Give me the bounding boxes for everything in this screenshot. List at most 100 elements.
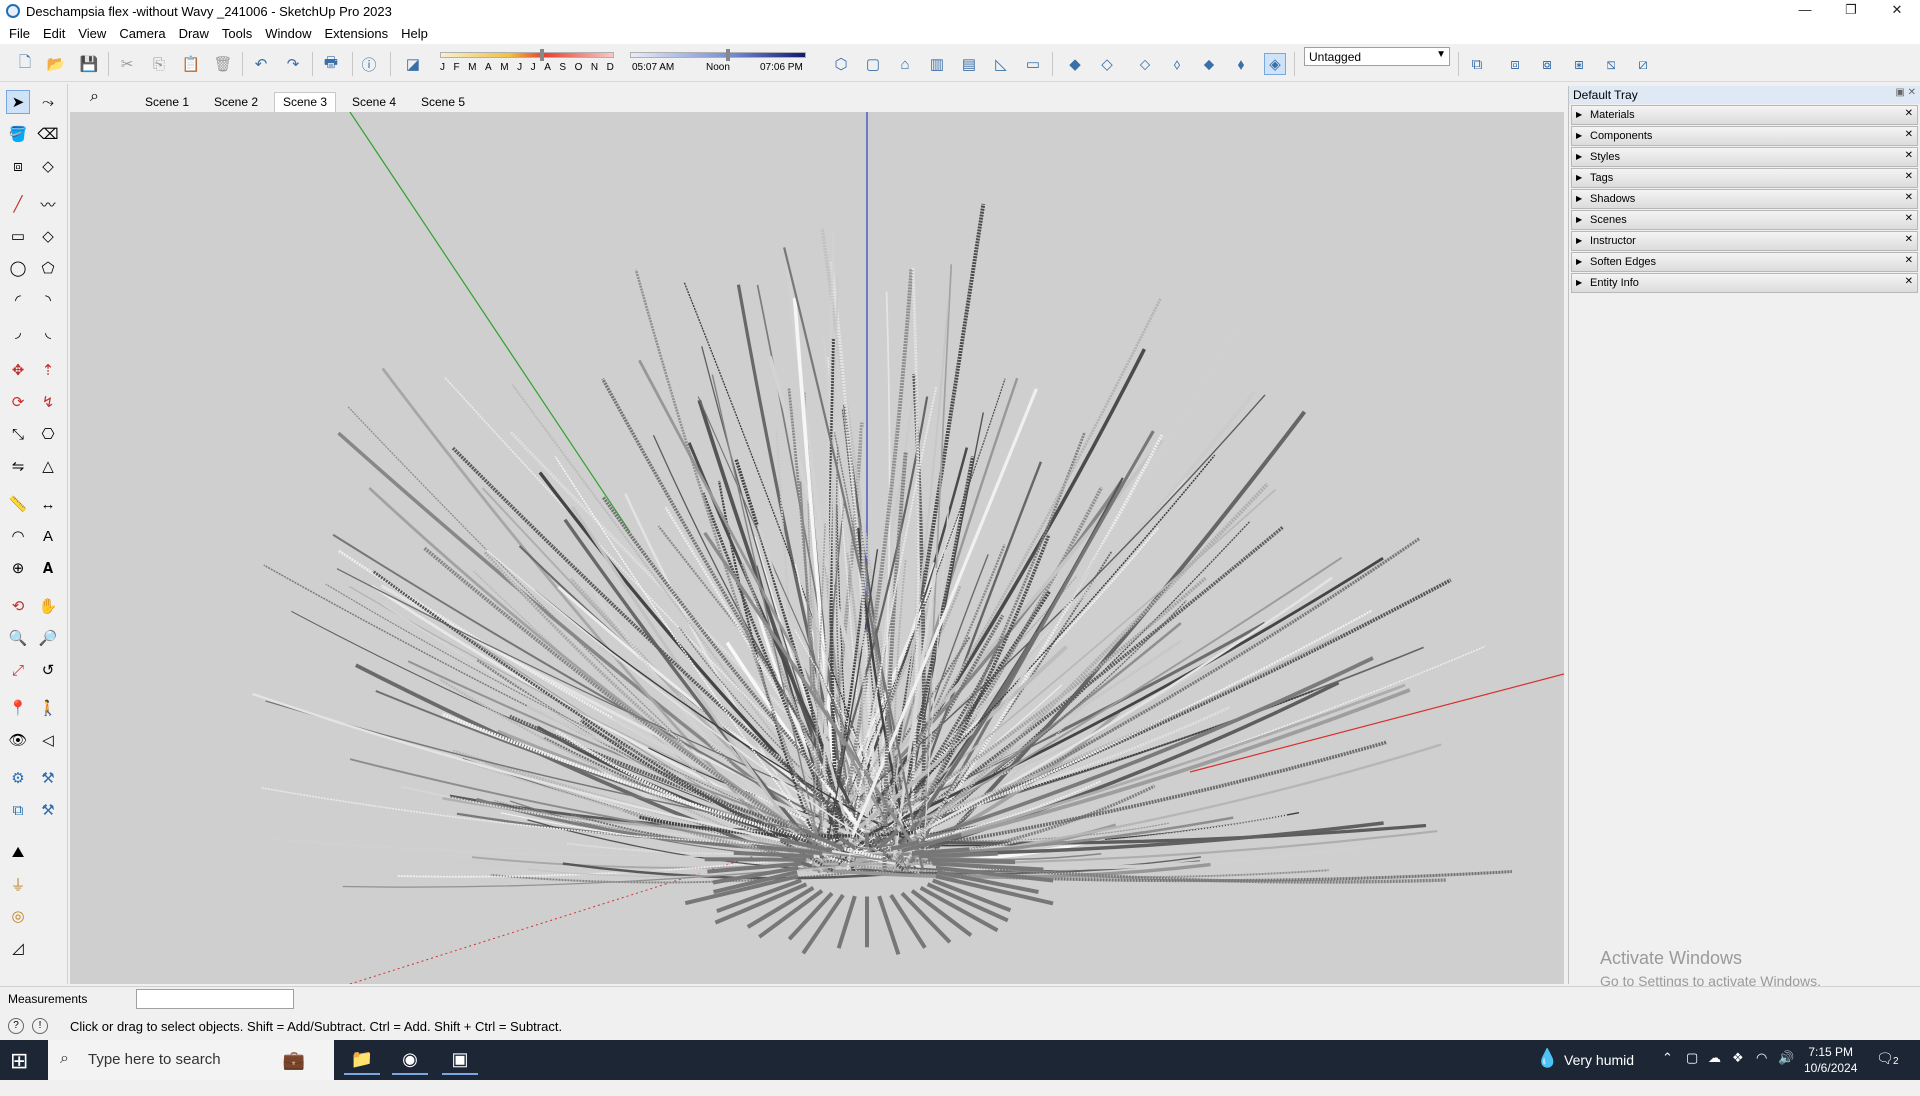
close-icon[interactable]: ✕ xyxy=(1905,150,1913,161)
panel-tags[interactable]: Tags✕ xyxy=(1571,168,1918,188)
info-icon[interactable]: ! xyxy=(32,1018,48,1034)
grass-model[interactable] xyxy=(252,203,1512,956)
tab-scene-2[interactable]: Scene 2 xyxy=(205,92,267,112)
two-point-arc-icon[interactable]: ◝ xyxy=(36,288,60,312)
mirror-icon[interactable]: △ xyxy=(36,454,60,478)
file-explorer-icon[interactable]: 📁 xyxy=(344,1045,380,1075)
select-tool-icon[interactable]: ➤ xyxy=(6,90,30,114)
orbit-tool-icon[interactable]: ⟲ xyxy=(6,594,30,618)
save-icon[interactable]: 💾 xyxy=(78,53,100,75)
cut-icon[interactable]: ✂ xyxy=(116,53,138,75)
print-icon[interactable]: 🖶 xyxy=(320,53,342,75)
menu-window[interactable]: Window xyxy=(262,26,321,41)
month-slider-knob[interactable] xyxy=(540,49,544,61)
panel-soften-edges[interactable]: Soften Edges✕ xyxy=(1571,252,1918,272)
zoom-window-icon[interactable]: 🔎 xyxy=(36,626,60,650)
previous-view-icon[interactable]: ↺ xyxy=(36,658,60,682)
union-icon[interactable]: ⧆ xyxy=(1568,53,1590,75)
menu-tools[interactable]: Tools xyxy=(219,26,262,41)
panel-entity-info[interactable]: Entity Info✕ xyxy=(1571,273,1918,293)
menu-edit[interactable]: Edit xyxy=(40,26,75,41)
flip-tool-icon[interactable]: ⇋ xyxy=(6,454,30,478)
dimension-tool-icon[interactable]: ↔ xyxy=(36,492,60,516)
tab-scene-1[interactable]: Scene 1 xyxy=(136,92,198,112)
position-camera-icon[interactable]: 📍 xyxy=(6,696,30,720)
shadow-month-slider[interactable]: JFM AMJ JAS OND xyxy=(440,49,614,78)
walk-tool-icon[interactable]: 🚶 xyxy=(36,696,60,720)
viewport-canvas[interactable] xyxy=(70,112,1564,984)
back-view-icon[interactable]: ▤ xyxy=(958,53,980,75)
eraser-icon[interactable]: ⌫ xyxy=(36,122,60,146)
close-icon[interactable]: ✕ xyxy=(1905,213,1913,224)
sketchup-taskbar-icon[interactable]: ◉ xyxy=(392,1045,428,1075)
zoom-tool-icon[interactable]: 🔍 xyxy=(6,626,30,650)
top-view-icon[interactable]: ▢ xyxy=(862,53,884,75)
panel-components[interactable]: Components✕ xyxy=(1571,126,1918,146)
copy-icon[interactable]: ⎘ xyxy=(148,53,170,75)
panel-scenes[interactable]: Scenes✕ xyxy=(1571,210,1918,230)
menu-camera[interactable]: Camera xyxy=(116,26,175,41)
circle-tool-icon[interactable]: ◯ xyxy=(6,256,30,280)
undo-icon[interactable]: ↶ xyxy=(250,53,272,75)
xray-style-icon[interactable]: ◆ xyxy=(1064,53,1086,75)
section-plane-tool-icon[interactable]: ◁ xyxy=(36,728,60,752)
meet-now-icon[interactable]: ▢ xyxy=(1686,1050,1698,1090)
pie-tool-icon[interactable]: ◟ xyxy=(36,320,60,344)
iso-view-icon[interactable]: ⬡ xyxy=(830,53,852,75)
tag-tool-icon[interactable]: ◇ xyxy=(36,154,60,178)
rotate-tool-icon[interactable]: ⟳ xyxy=(6,390,30,414)
wifi-icon[interactable]: ◠ xyxy=(1756,1050,1767,1090)
axes-tool-icon[interactable]: ⊕ xyxy=(6,556,30,580)
right-view-icon[interactable]: ▥ xyxy=(926,53,948,75)
paste-icon[interactable]: 📋 xyxy=(180,53,202,75)
redo-icon[interactable]: ↷ xyxy=(282,53,304,75)
smoove-icon[interactable]: ◎ xyxy=(6,904,30,928)
tag-select[interactable]: Untagged ▼ xyxy=(1304,47,1450,66)
restore-button[interactable]: ❐ xyxy=(1828,0,1874,22)
arc-tool-icon[interactable]: ◜ xyxy=(6,288,30,312)
close-icon[interactable]: ✕ xyxy=(1905,234,1913,245)
panel-styles[interactable]: Styles✕ xyxy=(1571,147,1918,167)
panel-instructor[interactable]: Instructor✕ xyxy=(1571,231,1918,251)
outer-shell-icon[interactable]: ⧈ xyxy=(1504,53,1526,75)
taskbar-clock[interactable]: 7:15 PM 10/6/2024 xyxy=(1804,1044,1857,1076)
offset-tool-icon[interactable]: ⎔ xyxy=(36,422,60,446)
follow-me-icon[interactable]: ↯ xyxy=(36,390,60,414)
close-button[interactable]: ✕ xyxy=(1874,0,1920,22)
layout-icon[interactable]: ⧉ xyxy=(6,798,30,822)
search-icon[interactable]: ⌕ xyxy=(90,88,99,106)
menu-extensions[interactable]: Extensions xyxy=(322,26,399,41)
lasso-select-icon[interactable]: ⤳ xyxy=(36,90,60,114)
erase-icon[interactable]: 🗑 xyxy=(212,53,234,75)
tab-scene-5[interactable]: Scene 5 xyxy=(412,92,474,112)
shadow-time-slider[interactable]: 05:07 AM Noon 07:06 PM xyxy=(630,49,806,78)
shadows-toggle-icon[interactable]: ◪ xyxy=(402,53,424,75)
tab-scene-4[interactable]: Scene 4 xyxy=(343,92,405,112)
three-point-arc-icon[interactable]: ◞ xyxy=(6,320,30,344)
weather-text[interactable]: Very humid xyxy=(1564,1052,1634,1092)
close-icon[interactable]: ✕ xyxy=(1905,255,1913,266)
layout-taskbar-icon[interactable]: ▣ xyxy=(442,1045,478,1075)
protractor-icon[interactable]: ◠ xyxy=(6,524,30,548)
menu-draw[interactable]: Draw xyxy=(176,26,219,41)
front-view-icon[interactable]: ⌂ xyxy=(894,53,916,75)
stamp-icon[interactable]: ◿ xyxy=(6,936,30,960)
windows-start-icon[interactable]: ⊞ xyxy=(10,1048,28,1074)
close-icon[interactable]: ✕ xyxy=(1905,171,1913,182)
rotated-rectangle-icon[interactable]: ◇ xyxy=(36,224,60,248)
trim-icon[interactable]: ⧄ xyxy=(1632,53,1654,75)
notifications-icon[interactable]: 🗨 xyxy=(1876,1050,1894,1090)
grass-base-blade[interactable] xyxy=(920,851,998,859)
close-icon[interactable]: ✕ xyxy=(1905,192,1913,203)
open-folder-icon[interactable]: 📂 xyxy=(45,53,67,75)
extension-manager-icon[interactable]: ⚒ xyxy=(36,798,60,822)
close-icon[interactable]: ✕ xyxy=(1905,108,1913,119)
volume-icon[interactable]: 🔊 xyxy=(1778,1050,1794,1090)
sandbox-from-contours-icon[interactable]: ⛰ xyxy=(6,840,30,864)
work-briefcase-icon[interactable]: 💼 xyxy=(276,1045,312,1075)
hidden-line-style-icon[interactable]: ⬨ xyxy=(1166,53,1188,75)
bottom-view-icon[interactable]: ▭ xyxy=(1022,53,1044,75)
warehouse-icon[interactable]: ⚙ xyxy=(6,766,30,790)
close-icon[interactable]: ✕ xyxy=(1905,276,1913,287)
menu-view[interactable]: View xyxy=(75,26,116,41)
